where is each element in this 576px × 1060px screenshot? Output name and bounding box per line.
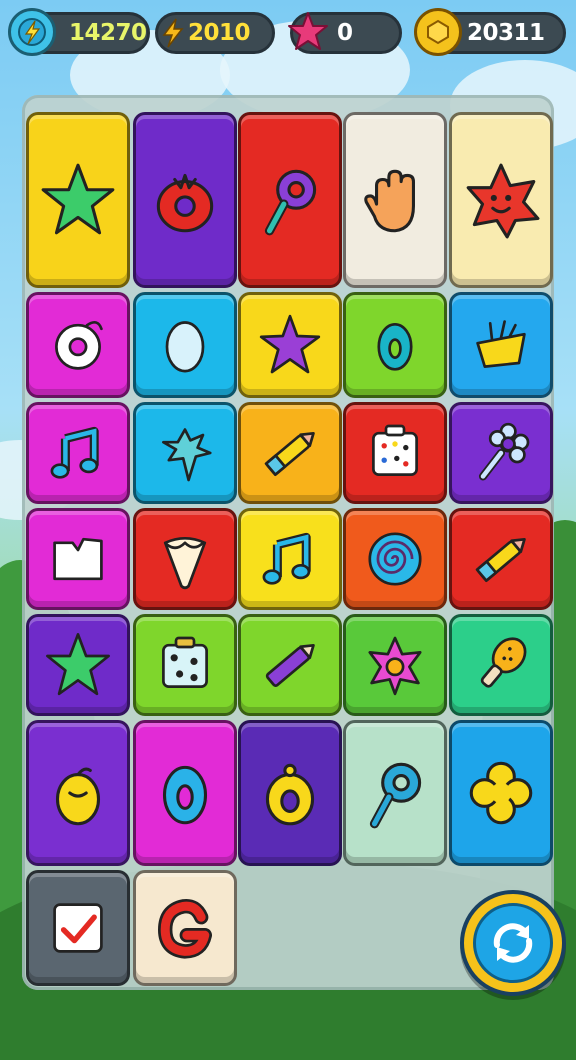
tile-5-2[interactable]	[238, 720, 342, 866]
tile-3-4[interactable]	[449, 508, 553, 610]
stars-value: 0	[337, 20, 353, 46]
purple-gear-wand-icon	[249, 159, 331, 241]
smiling-star-icon	[460, 159, 542, 241]
tile-6-0[interactable]	[26, 870, 130, 986]
tile-6-1[interactable]	[133, 870, 237, 986]
shuffle-button[interactable]	[460, 890, 566, 996]
blue-ring-icon	[144, 752, 226, 834]
hand-icon	[354, 159, 436, 241]
tile-5-3[interactable]	[343, 720, 447, 866]
paper-icon	[42, 523, 114, 595]
tile-0-3[interactable]	[343, 112, 447, 288]
energy-value: 14270	[69, 20, 147, 46]
gold-coin-icon	[414, 8, 462, 56]
refresh-icon	[473, 903, 553, 983]
crayon-icon	[465, 523, 537, 595]
lemon-icon	[37, 752, 119, 834]
power-value: 2010	[188, 20, 251, 46]
teal-ring-icon	[359, 309, 431, 381]
donut-ring-icon	[42, 309, 114, 381]
egg-icon	[149, 309, 221, 381]
purple-star-icon	[254, 309, 326, 381]
lightning-icon	[8, 8, 56, 56]
tile-2-0[interactable]	[26, 402, 130, 504]
lightning-bolt-icon	[160, 18, 186, 48]
gear-wand-icon	[354, 752, 436, 834]
tile-2-2[interactable]	[238, 402, 342, 504]
dice-box-icon	[149, 629, 221, 701]
tile-4-0[interactable]	[26, 614, 130, 716]
pink-star-icon	[286, 10, 330, 54]
tile-5-1[interactable]	[133, 720, 237, 866]
tile-0-0[interactable]	[26, 112, 130, 288]
tile-0-4[interactable]	[449, 112, 553, 288]
tile-4-1[interactable]	[133, 614, 237, 716]
drumstick-icon	[465, 629, 537, 701]
checkbox-icon	[42, 892, 114, 964]
star-icon	[42, 629, 114, 701]
letter-g-icon	[149, 892, 221, 964]
hud-bar: 14270 2010 0 20311	[0, 0, 576, 66]
tile-1-1[interactable]	[133, 292, 237, 398]
tile-5-0[interactable]	[26, 720, 130, 866]
tile-1-4[interactable]	[449, 292, 553, 398]
music-note-icon	[254, 523, 326, 595]
tile-0-2[interactable]	[238, 112, 342, 288]
splash-icon	[149, 417, 221, 489]
coins-value: 20311	[467, 20, 545, 46]
yellow-flower-icon	[460, 752, 542, 834]
tile-4-3[interactable]	[343, 614, 447, 716]
tile-4-4[interactable]	[449, 614, 553, 716]
tile-3-0[interactable]	[26, 508, 130, 610]
crayon-icon	[254, 417, 326, 489]
purple-crayon-icon	[254, 629, 326, 701]
yellow-ring-icon	[249, 752, 331, 834]
tile-4-2[interactable]	[238, 614, 342, 716]
tile-1-2[interactable]	[238, 292, 342, 398]
tile-3-3[interactable]	[343, 508, 447, 610]
star-icon	[37, 159, 119, 241]
tooth-icon	[149, 523, 221, 595]
basket-icon	[465, 309, 537, 381]
tile-5-4[interactable]	[449, 720, 553, 866]
tile-2-4[interactable]	[449, 402, 553, 504]
music-note-icon	[42, 417, 114, 489]
tomato-icon	[144, 159, 226, 241]
spiral-icon	[359, 523, 431, 595]
tile-1-3[interactable]	[343, 292, 447, 398]
tile-2-1[interactable]	[133, 402, 237, 504]
tile-1-0[interactable]	[26, 292, 130, 398]
flower-wand-icon	[465, 417, 537, 489]
tile-3-1[interactable]	[133, 508, 237, 610]
tile-2-3[interactable]	[343, 402, 447, 504]
pink-flower-icon	[359, 629, 431, 701]
tile-3-2[interactable]	[238, 508, 342, 610]
dice-icon	[359, 417, 431, 489]
tile-0-1[interactable]	[133, 112, 237, 288]
